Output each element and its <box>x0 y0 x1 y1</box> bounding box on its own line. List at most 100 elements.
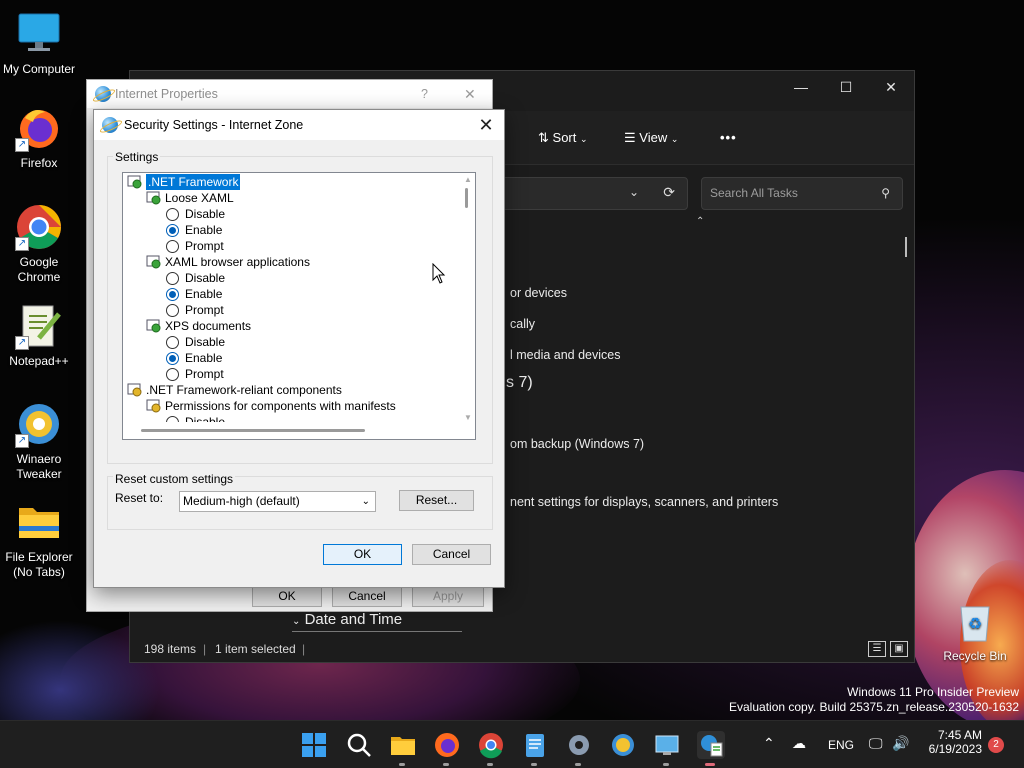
gear-icon <box>127 382 143 398</box>
security-settings-titlebar[interactable]: Security Settings - Internet Zone ✕ <box>94 110 504 140</box>
sort-label: Sort <box>552 130 577 145</box>
maximize-button[interactable]: ☐ <box>823 71 869 103</box>
desktop-icon-winaero[interactable]: ↗ Winaero Tweaker <box>1 400 77 482</box>
scroll-up-icon[interactable]: ▲ <box>464 175 472 184</box>
onedrive-icon[interactable]: ☁ <box>792 735 806 752</box>
desktop-icon-chrome[interactable]: ↗ Google Chrome <box>1 203 77 285</box>
desktop-icon-label: Google Chrome <box>17 255 61 284</box>
running-indicator <box>531 763 537 766</box>
notepad-icon[interactable] <box>521 731 549 759</box>
category-heading: ⌄ Date and Time <box>292 611 402 628</box>
settings-group-label: Settings <box>113 150 161 164</box>
horizontal-scrollbar[interactable] <box>123 422 459 439</box>
cancel-button[interactable]: Cancel <box>332 585 402 607</box>
desktop-icon-firefox[interactable]: ↗ Firefox <box>1 104 77 171</box>
radio-button[interactable] <box>166 368 179 381</box>
chrome-icon[interactable] <box>477 731 505 759</box>
apply-button[interactable]: Apply <box>412 585 484 607</box>
firefox-icon[interactable] <box>433 731 461 759</box>
clock-time: 7:45 AM <box>937 728 982 742</box>
ok-button[interactable]: OK <box>252 585 322 607</box>
close-button[interactable]: ✕ <box>868 71 914 103</box>
vertical-scrollbar[interactable]: ▲ ▼ <box>458 173 475 424</box>
desktop-icon-file-explorer[interactable]: File Explorer (No Tabs) <box>1 498 77 580</box>
sort-button[interactable]: ⇅ Sort ⌄ <box>538 127 588 149</box>
radio-label: Disable <box>185 207 226 221</box>
list-item[interactable]: cally <box>510 317 535 331</box>
sort-icon: ⇅ <box>538 130 549 145</box>
network-icon[interactable]: 🖵 <box>869 735 883 752</box>
desktop-icon-label: Recycle Bin <box>943 649 1007 663</box>
winaero-icon[interactable] <box>609 731 637 759</box>
status-separator: | <box>302 642 306 656</box>
search-placeholder: Search All Tasks <box>710 186 798 200</box>
minimize-button[interactable]: — <box>778 71 824 103</box>
chevron-down-icon: ⌄ <box>580 134 588 144</box>
chevron-up-icon[interactable]: ⌃ <box>763 735 775 752</box>
monitor-icon <box>15 10 63 58</box>
view-button[interactable]: ☰ View ⌄ <box>624 127 678 149</box>
radio-button[interactable] <box>166 208 179 221</box>
settings-icon[interactable] <box>565 731 593 759</box>
list-item[interactable]: nent settings for displays, scanners, an… <box>510 495 778 509</box>
language-indicator[interactable]: ENG <box>828 738 854 752</box>
radio-button[interactable] <box>166 352 179 365</box>
search-icon[interactable] <box>345 731 373 759</box>
volume-icon[interactable]: 🔊 <box>892 735 909 752</box>
security-settings-dialog[interactable]: Security Settings - Internet Zone ✕ Sett… <box>93 109 505 588</box>
desktop-icon-label: Notepad++ <box>9 354 69 368</box>
file-explorer-icon[interactable] <box>389 731 417 759</box>
scroll-down-icon[interactable]: ▼ <box>464 413 472 422</box>
internet-options-icon <box>95 86 111 102</box>
radio-button[interactable] <box>166 224 179 237</box>
desktop-icon-my-computer[interactable]: My Computer <box>1 10 77 77</box>
reset-level-dropdown[interactable]: Medium-high (default) ⌄ <box>179 491 376 512</box>
notification-badge[interactable]: 2 <box>988 737 1004 753</box>
ok-button[interactable]: OK <box>323 544 402 565</box>
dialog-title: Internet Properties <box>115 87 218 101</box>
view-icon: ☰ <box>624 130 636 145</box>
address-bar[interactable]: ⌄ ⟳ <box>500 177 688 210</box>
chevron-down-icon[interactable]: ⌄ <box>292 616 300 627</box>
tree-setting-label: Permissions for components with manifest… <box>165 399 396 413</box>
chevron-up-icon[interactable]: ⌃ <box>696 216 704 227</box>
settings-tree[interactable]: .NET Framework Loose XAML Disable Enable… <box>122 172 476 440</box>
running-indicator <box>663 763 669 766</box>
desktop-icon-recycle-bin[interactable]: ♻ Recycle Bin <box>937 597 1013 664</box>
desktop-icon-label: Firefox <box>20 156 58 170</box>
details-view-icon[interactable]: ☰ <box>868 641 886 657</box>
radio-label: Prompt <box>185 239 224 253</box>
radio-label: Disable <box>185 271 226 285</box>
radio-button[interactable] <box>166 336 179 349</box>
internet-properties-titlebar[interactable]: Internet Properties ? ✕ <box>87 80 492 108</box>
start-icon[interactable] <box>300 731 328 759</box>
cancel-button[interactable]: Cancel <box>412 544 491 565</box>
radio-label: Enable <box>185 223 223 237</box>
list-item[interactable]: or devices <box>510 286 567 300</box>
control-panel-icon[interactable] <box>653 731 681 759</box>
close-button[interactable]: ✕ <box>472 112 500 138</box>
shortcut-arrow-icon: ↗ <box>15 138 29 152</box>
chevron-down-icon[interactable]: ⌄ <box>629 185 639 199</box>
refresh-icon[interactable]: ⟳ <box>663 184 675 201</box>
clock[interactable]: 7:45 AM 6/19/2023 <box>924 728 982 756</box>
notepad-plus-plus-icon: ↗ <box>15 302 63 350</box>
list-item[interactable]: om backup (Windows 7) <box>510 437 644 451</box>
radio-button[interactable] <box>166 288 179 301</box>
scrollbar-thumb[interactable] <box>905 237 907 257</box>
more-options-button[interactable]: ••• <box>720 127 737 149</box>
list-item[interactable]: l media and devices <box>510 348 620 362</box>
radio-button[interactable] <box>166 240 179 253</box>
view-label: View <box>639 130 668 145</box>
scrollbar-thumb[interactable] <box>141 429 365 432</box>
thumbnail-view-icon[interactable]: ▣ <box>890 641 908 657</box>
scrollbar-thumb[interactable] <box>465 188 468 208</box>
close-button[interactable]: ✕ <box>464 80 476 108</box>
reset-button[interactable]: Reset... <box>399 490 474 511</box>
help-button[interactable]: ? <box>421 80 428 108</box>
search-input[interactable]: Search All Tasks ⚲ <box>701 177 903 210</box>
desktop-icon-notepadpp[interactable]: ↗ Notepad++ <box>1 302 77 369</box>
radio-button[interactable] <box>166 304 179 317</box>
internet-options-icon[interactable] <box>697 731 725 759</box>
radio-button[interactable] <box>166 272 179 285</box>
